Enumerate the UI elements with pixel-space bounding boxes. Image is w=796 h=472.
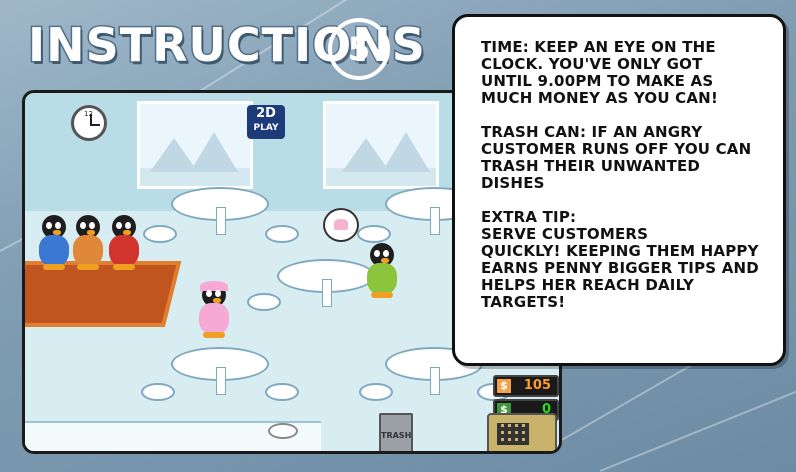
stool (141, 383, 175, 401)
table (277, 259, 375, 307)
logo-top-text: 2D (256, 106, 276, 121)
stool (359, 383, 393, 401)
clock-icon: 12 (71, 105, 107, 141)
page-number-badge: 5 (328, 18, 390, 80)
logo-bottom-text: PLAY (253, 123, 279, 133)
table (171, 347, 269, 395)
waiting-customer-penguin (39, 215, 69, 270)
table (171, 187, 269, 235)
waitress-penny-penguin (199, 281, 229, 338)
cake-icon (334, 219, 348, 230)
stool (357, 225, 391, 243)
instructions-card: TIME: KEEP AN EYE ON THE CLOCK. YOU'VE O… (452, 14, 786, 366)
stool (265, 225, 299, 243)
dirty-plate-icon (268, 423, 298, 439)
dollar-icon: $ (497, 379, 511, 393)
seated-customer-penguin (367, 243, 397, 298)
stool (143, 225, 177, 243)
stool (265, 383, 299, 401)
instruction-time: TIME: KEEP AN EYE ON THE CLOCK. YOU'VE O… (481, 38, 718, 107)
2dplay-logo: 2D PLAY (247, 105, 285, 139)
window-left (137, 101, 253, 189)
waiting-customer-penguin (73, 215, 103, 270)
instruction-extra-tip: EXTRA TIP: SERVE CUSTOMERS QUICKLY! KEEP… (481, 208, 759, 311)
trash-can-icon: TRASH (379, 413, 413, 451)
waiting-rug (25, 261, 182, 327)
money-total-value: 105 (523, 378, 551, 393)
money-total-counter: $ 105 (493, 375, 559, 397)
waiting-customer-penguin (109, 215, 139, 270)
order-thought-bubble (323, 208, 359, 242)
cash-register-icon (487, 413, 557, 451)
window-right (323, 101, 439, 189)
instruction-trash-can: TRASH CAN: IF AN ANGRY CUSTOMER RUNS OFF… (481, 123, 752, 192)
stool (247, 293, 281, 311)
